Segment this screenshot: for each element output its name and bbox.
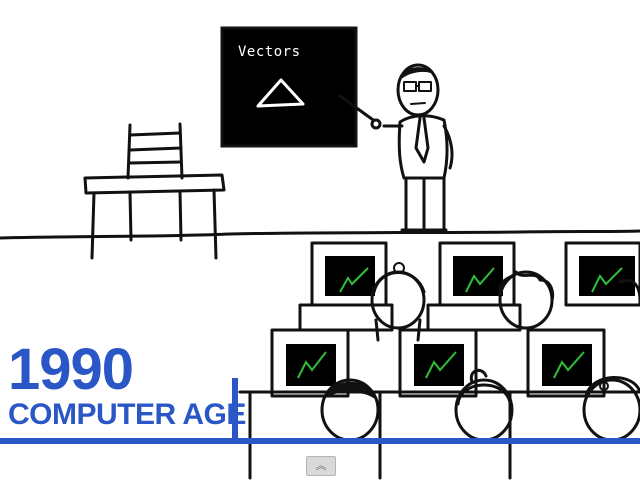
- caption-divider-horizontal: [0, 438, 640, 444]
- monitor-back-3: [564, 241, 640, 307]
- floor-line: [0, 229, 640, 240]
- student-head-beanie: [370, 262, 426, 342]
- blackboard-title: Vectors: [238, 44, 301, 60]
- caption-divider-vertical: [232, 378, 238, 440]
- student-head-curly: [498, 270, 555, 330]
- caption-year: 1990: [8, 337, 134, 402]
- caption: 1990 COMPUTER AGE: [8, 337, 246, 431]
- student-head-front-2: [454, 368, 514, 442]
- monitor-front-2: [398, 328, 478, 398]
- student-head-front-3: [582, 376, 640, 442]
- caption-title: COMPUTER AGE: [8, 398, 246, 431]
- scroll-up-button[interactable]: ︽: [306, 456, 336, 476]
- double-chevron-up-icon: ︽: [315, 459, 327, 472]
- student-head-front-1: [320, 378, 380, 442]
